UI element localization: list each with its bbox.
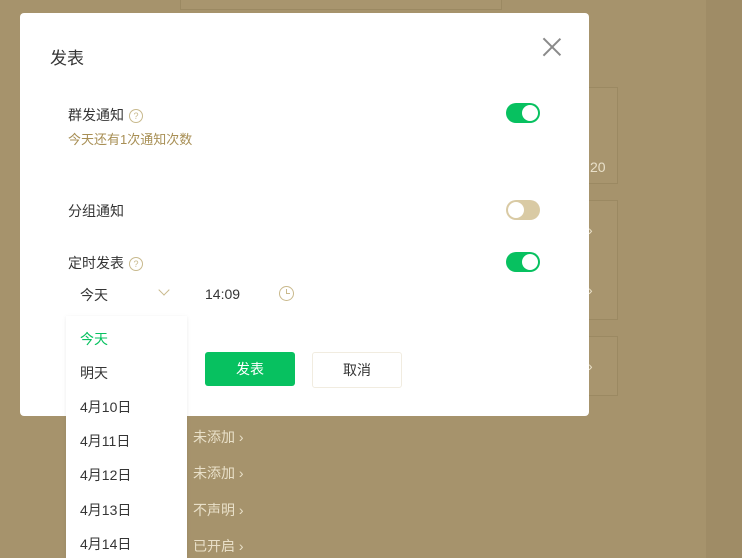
close-icon[interactable] [542,37,562,57]
time-input[interactable]: 14:09 [205,286,240,302]
date-option[interactable]: 4月12日 [80,465,131,485]
background-edge [706,0,742,558]
publish-button[interactable]: 发表 [205,352,295,386]
date-option[interactable]: 4月10日 [80,397,131,417]
help-icon[interactable]: ? [129,109,143,123]
mass-notice-toggle[interactable] [506,103,540,123]
date-dropdown: 今天 明天 4月10日 4月11日 4月12日 4月13日 4月14日 [66,316,187,558]
background-setting-value: 已开启 › [193,538,244,554]
background-value: 20 [590,159,606,175]
mass-notice-label: 群发通知? [68,105,143,125]
background-setting-value: 未添加 › [193,465,244,481]
date-option[interactable]: 明天 [80,363,108,383]
scheduled-publish-label: 定时发表? [68,253,143,273]
date-option-today[interactable]: 今天 [80,329,108,349]
background-card [180,0,502,10]
group-notice-label: 分组通知 [68,203,124,219]
date-select-value: 今天 [80,287,108,303]
cancel-button[interactable]: 取消 [312,352,402,388]
date-option[interactable]: 4月14日 [80,534,131,554]
chevron-down-icon [158,284,170,296]
background-setting-value: 不声明 › [193,502,244,518]
background-card [588,200,618,320]
help-icon[interactable]: ? [129,257,143,271]
group-notice-toggle[interactable] [506,200,540,220]
mass-notice-remaining: 今天还有1次通知次数 [68,132,193,147]
dialog-title: 发表 [50,49,84,68]
date-option[interactable]: 4月11日 [80,431,130,451]
date-select[interactable]: 今天 [68,283,188,307]
background-setting-value: 未添加 › [193,429,244,445]
scheduled-publish-toggle[interactable] [506,252,540,272]
date-option[interactable]: 4月13日 [80,500,131,520]
clock-icon[interactable] [279,286,294,301]
